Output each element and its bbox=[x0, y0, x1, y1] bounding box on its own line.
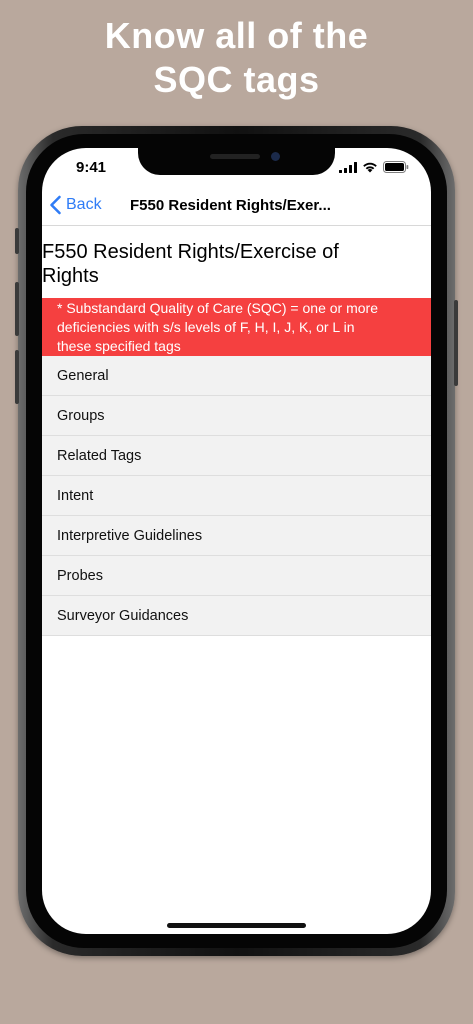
notch bbox=[138, 148, 335, 175]
headline-line-1: Know all of the bbox=[104, 15, 369, 56]
front-camera bbox=[271, 152, 280, 161]
list-item-related-tags[interactable]: Related Tags bbox=[42, 436, 431, 476]
list-item-label: Related Tags bbox=[57, 447, 142, 464]
section-list: General Groups Related Tags Intent Inter… bbox=[42, 356, 431, 636]
list-item-label: Groups bbox=[57, 407, 105, 424]
volume-down-button bbox=[15, 350, 19, 404]
wifi-icon bbox=[363, 162, 377, 173]
list-item-groups[interactable]: Groups bbox=[42, 396, 431, 436]
status-icons bbox=[339, 161, 409, 173]
page-title-line-2: Rights bbox=[42, 265, 99, 287]
list-item-label: Intent bbox=[57, 487, 94, 504]
battery-icon bbox=[383, 161, 409, 173]
home-indicator[interactable] bbox=[167, 923, 306, 928]
page-title-line-1: F550 Resident Rights/Exercise of bbox=[42, 241, 339, 263]
sqc-notice-line-1: * Substandard Quality of Care (SQC) = on… bbox=[57, 300, 378, 316]
headline-line-2: SQC tags bbox=[153, 59, 320, 100]
page-title: F550 Resident Rights/Exercise of Rights bbox=[42, 240, 431, 288]
list-item-general[interactable]: General bbox=[42, 356, 431, 396]
list-item-intent[interactable]: Intent bbox=[42, 476, 431, 516]
list-item-label: Surveyor Guidances bbox=[57, 607, 189, 624]
navigation-bar: Back F550 Resident Rights/Exer... bbox=[42, 188, 431, 226]
nav-title: F550 Resident Rights/Exer... bbox=[130, 197, 331, 214]
list-item-label: Interpretive Guidelines bbox=[57, 527, 203, 544]
list-item-label: General bbox=[57, 367, 109, 384]
list-item-interpretive-guidelines[interactable]: Interpretive Guidelines bbox=[42, 516, 431, 556]
speaker bbox=[210, 154, 260, 159]
phone-screen: 9:41 Back F550 Resident Rights/Exer... F… bbox=[42, 148, 431, 934]
side-button bbox=[454, 300, 458, 386]
list-item-surveyor-guidances[interactable]: Surveyor Guidances bbox=[42, 596, 431, 636]
list-item-label: Probes bbox=[57, 567, 103, 584]
signal-icon bbox=[339, 161, 357, 173]
volume-up-button bbox=[15, 282, 19, 336]
sqc-notice-line-2: deficiencies with s/s levels of F, H, I,… bbox=[57, 319, 355, 335]
back-button[interactable]: Back bbox=[49, 195, 102, 215]
status-time: 9:41 bbox=[76, 159, 107, 176]
sqc-notice-line-3: these specified tags bbox=[57, 338, 181, 354]
chevron-left-icon bbox=[50, 195, 61, 215]
marketing-headline: Know all of the SQC tags bbox=[0, 14, 473, 102]
sqc-notice-banner: * Substandard Quality of Care (SQC) = on… bbox=[42, 298, 431, 356]
back-label: Back bbox=[66, 196, 102, 213]
mute-switch bbox=[15, 228, 19, 254]
list-item-probes[interactable]: Probes bbox=[42, 556, 431, 596]
